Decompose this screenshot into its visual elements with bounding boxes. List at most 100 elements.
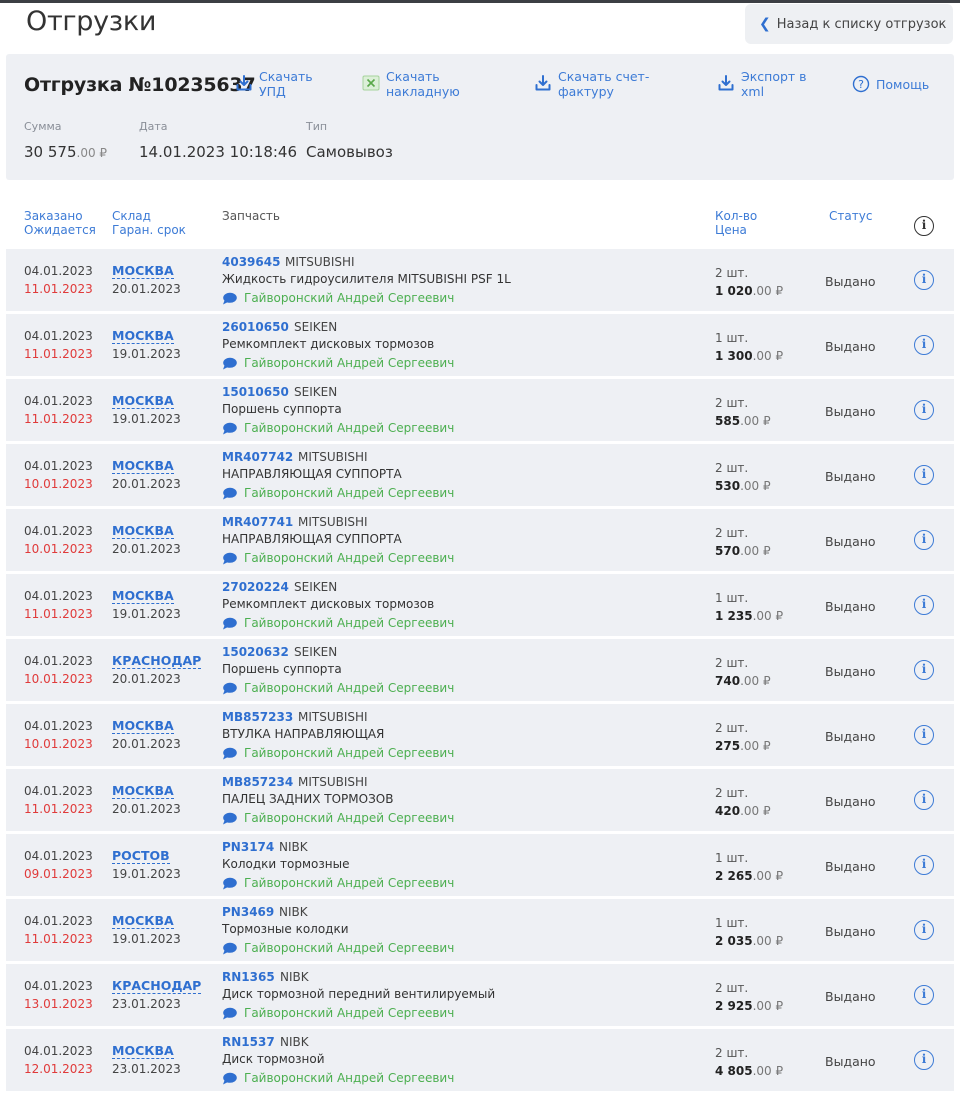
part-code-link[interactable]: MB857233 [222, 710, 293, 724]
ordered-date: 04.01.2023 [24, 524, 93, 538]
price-decimals: .00 ₽ [740, 544, 771, 558]
ordered-date: 04.01.2023 [24, 979, 93, 993]
warehouse-link[interactable]: МОСКВА [112, 459, 174, 474]
info-icon[interactable]: i [914, 465, 934, 485]
download-upd-line1: Скачать [259, 69, 313, 84]
part-name: Жидкость гидроусилителя MITSUBISHI PSF 1… [222, 272, 511, 286]
price-decimals: .00 ₽ [752, 869, 784, 883]
manager-name: Гайворонский Андрей Сергеевич [244, 876, 455, 890]
manager-comment[interactable]: Гайворонский Андрей Сергеевич [222, 291, 454, 305]
part-code-link[interactable]: RN1365 [222, 970, 275, 984]
info-icon[interactable]: i [914, 985, 934, 1005]
header-ordered-expected[interactable]: Заказано Ожидается [24, 209, 96, 237]
info-icon[interactable]: i [914, 335, 934, 355]
part-code-link[interactable]: 15020632 [222, 645, 289, 659]
info-icon[interactable]: i [914, 530, 934, 550]
part-brand: NIBK [279, 905, 308, 919]
quantity: 2 шт. [715, 266, 749, 280]
sum-value-decimals: .00 ₽ [76, 146, 108, 160]
guarantee-date: 20.01.2023 [112, 477, 181, 491]
info-icon[interactable]: i [914, 725, 934, 745]
guarantee-date: 23.01.2023 [112, 997, 181, 1011]
download-invoice-link[interactable]: Скачать накладную [362, 69, 460, 99]
info-icon[interactable]: i [914, 216, 934, 236]
part-brand: NIBK [280, 970, 309, 984]
table-row: 04.01.2023 11.01.2023 МОСКВА 19.01.2023 1501… [6, 379, 954, 441]
manager-comment[interactable]: Гайворонский Андрей Сергеевич [222, 746, 454, 760]
quantity: 2 шт. [715, 981, 749, 995]
quantity: 2 шт. [715, 461, 749, 475]
info-icon[interactable]: i [914, 595, 934, 615]
manager-comment[interactable]: Гайворонский Андрей Сергеевич [222, 681, 454, 695]
info-icon[interactable]: i [914, 790, 934, 810]
header-warehouse-guarantee[interactable]: Склад Гаран. срок [112, 209, 186, 237]
warehouse-link[interactable]: МОСКВА [112, 1044, 174, 1059]
part-code-link[interactable]: 27020224 [222, 580, 289, 594]
comment-bubble-icon [223, 552, 237, 564]
part-brand: SEIKEN [294, 645, 338, 659]
warehouse-link[interactable]: МОСКВА [112, 264, 174, 279]
info-icon[interactable]: i [914, 660, 934, 680]
guarantee-date: 20.01.2023 [112, 737, 181, 751]
part-brand: MITSUBISHI [298, 710, 368, 724]
date-label: Дата [139, 120, 168, 133]
warehouse-link[interactable]: МОСКВА [112, 524, 174, 539]
warehouse-link[interactable]: МОСКВА [112, 914, 174, 929]
manager-comment[interactable]: Гайворонский Андрей Сергеевич [222, 356, 454, 370]
quantity: 1 шт. [715, 916, 749, 930]
part-code-link[interactable]: MR407741 [222, 515, 293, 529]
download-upd-line2: УПД [259, 84, 286, 99]
part-code-link[interactable]: MB857234 [222, 775, 293, 789]
help-circle-icon: ? [852, 75, 870, 93]
type-label: Тип [306, 120, 328, 133]
manager-comment[interactable]: Гайворонский Андрей Сергеевич [222, 941, 454, 955]
help-link[interactable]: ? Помощь [852, 75, 929, 93]
part-brand: MITSUBISHI [298, 515, 368, 529]
warehouse-link[interactable]: КРАСНОДАР [112, 979, 202, 994]
status-label: Выдано [825, 599, 876, 614]
part-code-link[interactable]: RN1537 [222, 1035, 275, 1049]
header-status[interactable]: Статус [829, 209, 872, 223]
header-expected: Ожидается [24, 223, 96, 237]
manager-name: Гайворонский Андрей Сергеевич [244, 421, 455, 435]
part-code-link[interactable]: MR407742 [222, 450, 293, 464]
download-upd-link[interactable]: Скачать УПД [235, 69, 313, 99]
warehouse-link[interactable]: МОСКВА [112, 784, 174, 799]
table-row: 04.01.2023 10.01.2023 МОСКВА 20.01.2023 MR40… [6, 509, 954, 571]
manager-comment[interactable]: Гайворонский Андрей Сергеевич [222, 1006, 454, 1020]
warehouse-link[interactable]: МОСКВА [112, 719, 174, 734]
info-icon[interactable]: i [914, 1050, 934, 1070]
expected-date: 10.01.2023 [24, 542, 93, 556]
part-brand: SEIKEN [294, 385, 338, 399]
info-icon[interactable]: i [914, 920, 934, 940]
info-icon[interactable]: i [914, 400, 934, 420]
manager-comment[interactable]: Гайворонский Андрей Сергеевич [222, 421, 454, 435]
manager-comment[interactable]: Гайворонский Андрей Сергеевич [222, 616, 454, 630]
part-code-link[interactable]: 15010650 [222, 385, 289, 399]
ordered-date: 04.01.2023 [24, 784, 93, 798]
download-facture-link[interactable]: Скачать счет- фактуру [534, 69, 649, 99]
back-to-shipments-button[interactable]: ❮ Назад к списку отгрузок [745, 4, 953, 44]
manager-comment[interactable]: Гайворонский Андрей Сергеевич [222, 551, 454, 565]
header-qty-price[interactable]: Кол-во Цена [715, 209, 757, 237]
info-icon[interactable]: i [914, 855, 934, 875]
warehouse-link[interactable]: МОСКВА [112, 589, 174, 604]
manager-comment[interactable]: Гайворонский Андрей Сергеевич [222, 1071, 454, 1085]
part-name: Поршень суппорта [222, 402, 342, 416]
part-code-link[interactable]: PN3174 [222, 840, 274, 854]
warehouse-link[interactable]: МОСКВА [112, 394, 174, 409]
manager-comment[interactable]: Гайворонский Андрей Сергеевич [222, 486, 454, 500]
warehouse-link[interactable]: КРАСНОДАР [112, 654, 202, 669]
part-code-link[interactable]: 4039645 [222, 255, 280, 269]
part-code-link[interactable]: 26010650 [222, 320, 289, 334]
warehouse-link[interactable]: МОСКВА [112, 329, 174, 344]
info-icon[interactable]: i [914, 270, 934, 290]
export-xml-link[interactable]: Экспорт в xml [717, 69, 807, 99]
part-brand: MITSUBISHI [285, 255, 355, 269]
manager-comment[interactable]: Гайворонский Андрей Сергеевич [222, 876, 454, 890]
part-code-link[interactable]: PN3469 [222, 905, 274, 919]
expected-date: 10.01.2023 [24, 477, 93, 491]
manager-comment[interactable]: Гайворонский Андрей Сергеевич [222, 811, 454, 825]
quantity: 2 шт. [715, 1046, 749, 1060]
warehouse-link[interactable]: РОСТОВ [112, 849, 170, 864]
